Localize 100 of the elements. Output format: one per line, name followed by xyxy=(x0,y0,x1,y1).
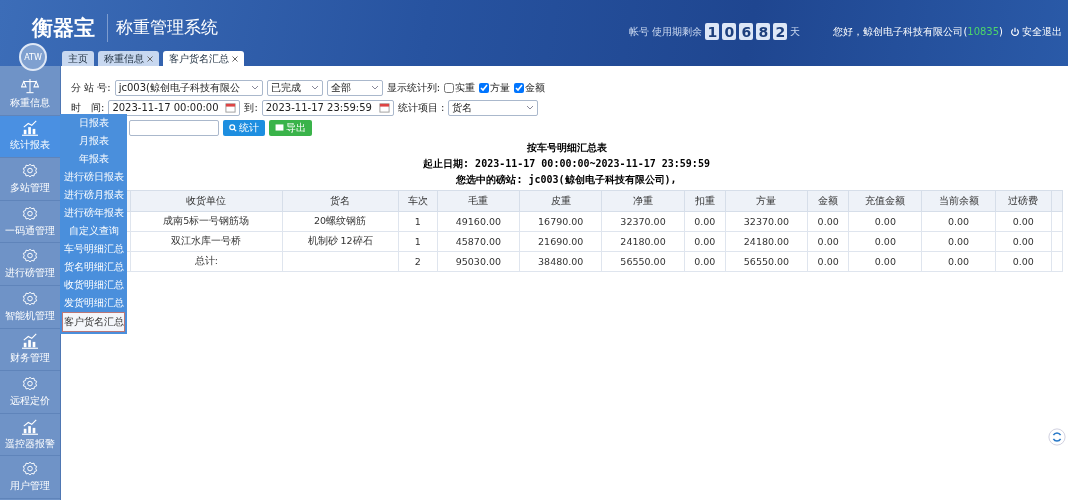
table-cell: 总计: xyxy=(130,251,283,272)
export-icon xyxy=(275,124,284,131)
checkbox[interactable] xyxy=(514,82,525,93)
report-title: 按车号明细汇总表 xyxy=(526,141,607,155)
submenu-item[interactable]: 收货明细汇总 xyxy=(60,276,127,294)
chart-icon xyxy=(21,418,39,435)
table-cell: 45870.00 xyxy=(437,231,520,252)
refresh-icon[interactable] xyxy=(1048,428,1066,446)
time-label: 时 间: xyxy=(71,100,105,115)
column-header: 充值金额 xyxy=(848,190,922,212)
close-icon[interactable] xyxy=(232,55,238,62)
tab[interactable]: 客户货名汇总 xyxy=(163,51,244,66)
table-cell: 0.00 xyxy=(921,231,996,252)
table-cell: 双江水库一号桥 xyxy=(130,231,283,252)
column-header: 车次 xyxy=(398,190,438,212)
calendar-icon[interactable] xyxy=(378,102,390,113)
item-select[interactable]: 货名 xyxy=(448,99,539,116)
settings-icon xyxy=(21,163,39,179)
table-cell: 成南5标一号钢筋场 xyxy=(130,211,283,232)
avatar[interactable]: ATW xyxy=(19,43,47,71)
table-cell: 2 xyxy=(398,251,438,272)
table-cell: 38480.00 xyxy=(519,251,602,272)
caret-icon xyxy=(310,84,319,91)
sidebar-item[interactable]: 用户管理 xyxy=(0,456,60,499)
sidebar-item[interactable]: 称重信息 xyxy=(0,73,60,116)
table-cell: 24180.00 xyxy=(601,231,685,252)
logout-link[interactable]: 安全退出 xyxy=(1010,24,1062,39)
submenu-item[interactable]: 进行磅日报表 xyxy=(60,168,127,186)
item-label: 统计项目 : xyxy=(397,100,445,115)
submenu-item[interactable]: 车号明细汇总 xyxy=(60,240,127,258)
tab[interactable]: 主页 xyxy=(62,51,94,66)
settings-icon xyxy=(21,205,39,222)
submenu-item[interactable]: 客户货名汇总 xyxy=(62,312,125,332)
power-icon xyxy=(1010,26,1020,37)
table-cell: 20螺纹钢筋 xyxy=(282,211,399,232)
table-cell: 0.00 xyxy=(995,231,1052,252)
submenu-item[interactable]: 年报表 xyxy=(60,150,127,168)
day-digit: 2 xyxy=(773,23,788,40)
submenu-item[interactable]: 进行磅月报表 xyxy=(60,186,127,204)
caret-icon xyxy=(250,84,259,91)
search-button[interactable]: 统计 xyxy=(223,119,265,136)
settings-icon xyxy=(21,248,39,265)
table-cell: 32370.00 xyxy=(725,211,808,232)
column-header: 过磅费 xyxy=(995,190,1052,212)
column-header: 净重 xyxy=(601,190,685,212)
column-header: 金额 xyxy=(807,190,849,212)
settings-icon xyxy=(21,461,39,478)
checkbox-label: 方量 xyxy=(490,80,511,95)
submenu-item[interactable]: 自定义查询 xyxy=(60,222,127,240)
column-header: 扣重 xyxy=(684,190,726,212)
search-field[interactable] xyxy=(129,119,219,136)
submenu-item[interactable]: 货名明细汇总 xyxy=(60,258,127,276)
table-cell: 0.00 xyxy=(684,231,726,252)
table-cell: 56550.00 xyxy=(601,251,685,272)
table-cell: 0.00 xyxy=(807,211,849,232)
sidebar-item[interactable]: 统计报表 xyxy=(0,115,60,159)
sidebar-item[interactable]: 财务管理 xyxy=(0,328,60,372)
start-date-field[interactable]: 2023-11-17 00:00:00 xyxy=(108,99,241,116)
caret-icon xyxy=(526,104,535,111)
status-select[interactable]: 已完成 xyxy=(266,79,323,96)
table-cell: 机制砂 12碎石 xyxy=(282,231,399,252)
submenu-item[interactable]: 进行磅年报表 xyxy=(60,204,127,222)
unit-label: 天 xyxy=(790,24,801,39)
table-cell: 95030.00 xyxy=(437,251,520,272)
end-date-field[interactable]: 2023-11-17 23:59:59 xyxy=(261,99,394,116)
table-cell: 0.00 xyxy=(995,211,1052,232)
sidebar-item[interactable]: 远程定价 xyxy=(0,371,60,414)
remaining-label: 帐号 使用期剩余 xyxy=(629,24,703,39)
table-cell: 0.00 xyxy=(807,231,849,252)
column-header: 毛重 xyxy=(437,190,520,212)
columns-label: 显示统计列: xyxy=(386,80,441,95)
table-cell: 16790.00 xyxy=(519,211,602,232)
table-cell: 0.00 xyxy=(848,251,922,272)
chart-icon xyxy=(21,333,39,350)
submenu-item[interactable]: 发货明细汇总 xyxy=(60,294,127,312)
scope-select[interactable]: 全部 xyxy=(326,79,383,96)
calendar-icon[interactable] xyxy=(225,102,237,113)
checkbox-label: 实重 xyxy=(455,80,476,95)
export-button[interactable]: 导出 xyxy=(269,119,312,136)
checkbox[interactable] xyxy=(444,82,455,93)
checkbox[interactable] xyxy=(479,82,490,93)
table-cell: 0.00 xyxy=(684,211,726,232)
chart-icon xyxy=(21,120,39,137)
sidebar-item[interactable]: 遥控器报警 xyxy=(0,413,60,457)
column-header: 方量 xyxy=(725,190,808,212)
station-label: 分 站 号: xyxy=(71,80,111,95)
day-digit: 8 xyxy=(756,23,771,40)
logo: 衡器宝 xyxy=(32,14,108,42)
table-cell: 56550.00 xyxy=(725,251,808,272)
station-select[interactable]: jc003(鲸创电子科技有限公 xyxy=(114,79,263,96)
close-icon[interactable] xyxy=(147,55,153,62)
column-header: 收货单位 xyxy=(130,190,283,212)
day-digit: 1 xyxy=(705,23,720,40)
submenu-item[interactable]: 日报表 xyxy=(60,114,127,132)
table-cell: 21690.00 xyxy=(519,231,602,252)
system-title: 称重管理系统 xyxy=(116,16,218,39)
submenu-item[interactable]: 月报表 xyxy=(60,132,127,150)
tab[interactable]: 称重信息 xyxy=(98,51,159,66)
caret-icon xyxy=(370,84,379,91)
table-cell: 1 xyxy=(398,231,438,252)
